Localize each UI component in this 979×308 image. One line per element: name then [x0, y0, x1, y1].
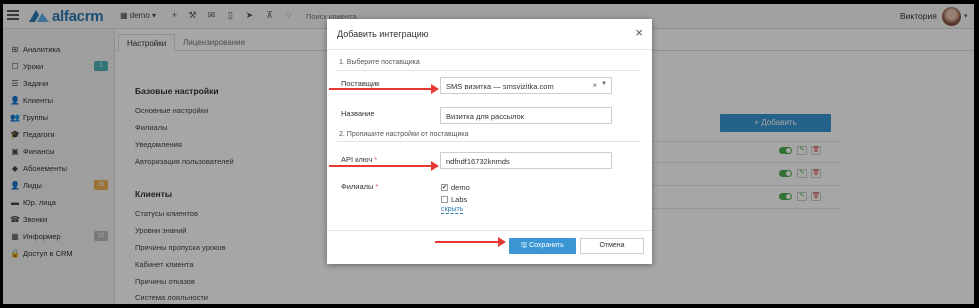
provider-select[interactable]: SMS визитка — smsvizitka.com × ▼	[440, 77, 612, 94]
required-mark: *	[374, 155, 378, 164]
branches-label-text: Филиалы	[341, 182, 374, 191]
cancel-button[interactable]: Отмена	[580, 238, 644, 254]
chevron-down-icon[interactable]: ▼	[601, 81, 607, 87]
annotation-arrow-save	[435, 237, 506, 247]
name-label: Название	[341, 109, 375, 118]
api-key-label: API ключ *	[341, 155, 377, 164]
step-1-heading: 1. Выберите поставщика	[339, 59, 420, 66]
annotation-arrow-provider	[329, 84, 439, 94]
annotation-arrow-api-key	[329, 161, 439, 171]
save-button[interactable]: 🖫 Сохранить	[509, 238, 576, 254]
name-field[interactable]: Визитка для рассылок	[440, 107, 612, 124]
app-window: alfacrm ▦ demo ▾ + ⚒ ✉ ▯ ➤ ⊼ ♢ Поиск кли…	[3, 4, 974, 304]
provider-label: Поставщик	[341, 79, 380, 88]
step-divider	[337, 141, 640, 142]
branch-checkbox-labs[interactable]	[441, 196, 448, 203]
save-icon: 🖫	[521, 242, 530, 249]
save-button-label: Сохранить	[529, 242, 564, 249]
modal-title: Добавить интеграцию	[337, 29, 429, 39]
step-2-heading: 2. Пропишите настройки от поставщика	[339, 131, 469, 138]
branch-checkbox-demo[interactable]: ✔	[441, 184, 448, 191]
provider-value: SMS визитка — smsvizitka.com	[446, 82, 554, 91]
hide-branches-link[interactable]: скрыть	[441, 206, 464, 214]
branches-label: Филиалы *	[341, 182, 378, 191]
api-key-field[interactable]: ndfndf16732knmds	[440, 152, 612, 169]
branch-label-labs: Labs	[451, 195, 468, 204]
close-icon[interactable]: ×	[635, 26, 643, 39]
modal-footer-divider	[327, 230, 652, 231]
modal-header-divider	[327, 49, 652, 50]
add-integration-modal: Добавить интеграцию × 1. Выберите постав…	[327, 19, 652, 264]
branch-label-demo: demo	[451, 183, 470, 192]
required-mark: *	[375, 182, 379, 191]
api-key-label-text: API ключ	[341, 155, 373, 164]
screenshot-frame: alfacrm ▦ demo ▾ + ⚒ ✉ ▯ ➤ ⊼ ♢ Поиск кли…	[0, 0, 979, 308]
step-divider	[337, 70, 640, 71]
clear-icon[interactable]: ×	[592, 81, 597, 90]
